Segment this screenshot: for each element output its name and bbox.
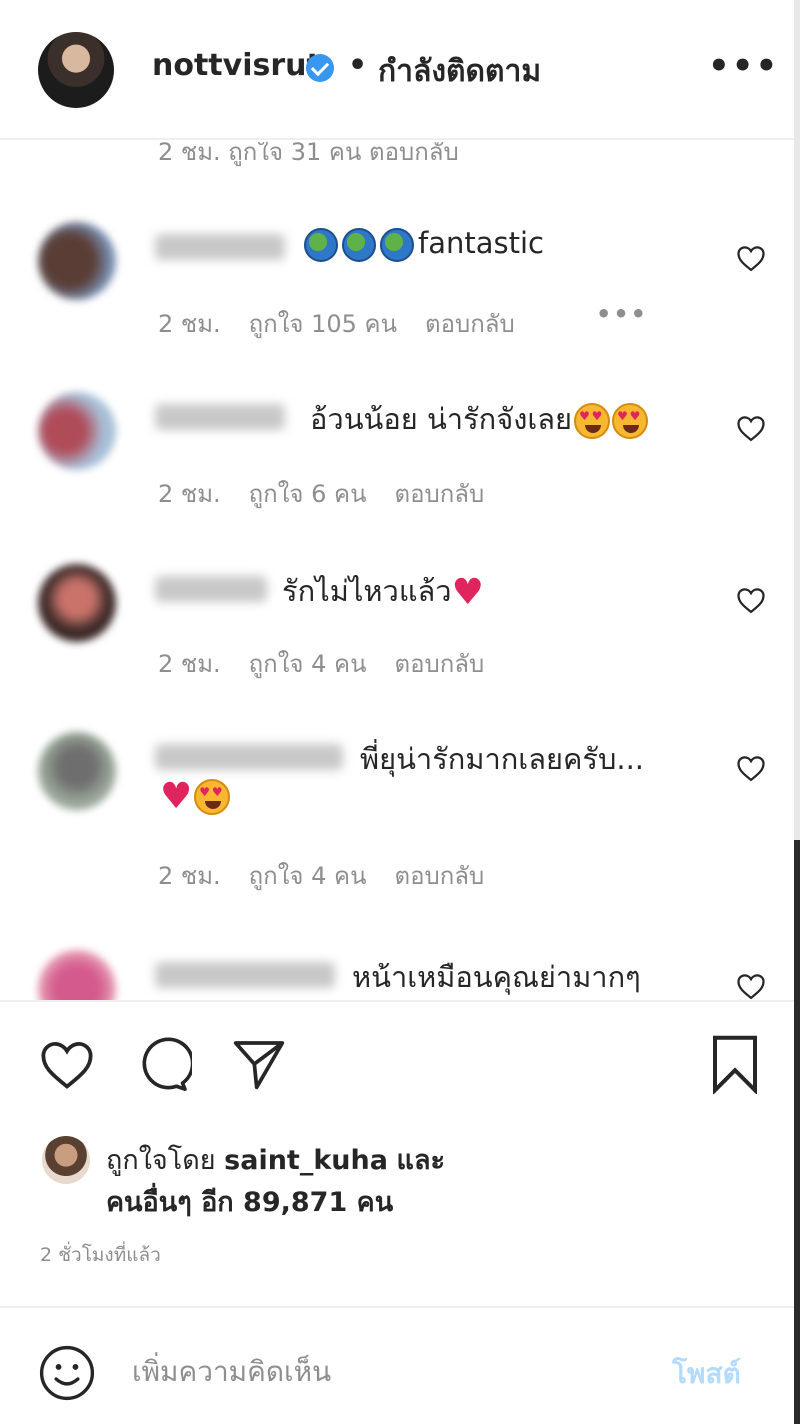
- verified-badge-icon: [306, 54, 334, 82]
- bookmark-icon[interactable]: [708, 1034, 762, 1094]
- comment-text: อ้วนน้อย น่ารักจังเลย: [310, 396, 649, 442]
- comment-likes[interactable]: ถูกใจ 6 คน: [249, 480, 367, 508]
- heart-icon[interactable]: [736, 244, 766, 272]
- comment-meta: 2 ชม. ถูกใจ 105 คน ตอบกลับ: [158, 304, 543, 343]
- author-username[interactable]: nottvisrut: [152, 48, 321, 83]
- post-actions: ถูกใจโดย saint_kuha และ คนอื่นๆ อีก 89,8…: [0, 1000, 794, 1306]
- comment-likes[interactable]: ถูกใจ 105 คน: [249, 310, 397, 338]
- heart-eyes-emoji-icon: [194, 779, 231, 815]
- liked-by-prefix: ถูกใจโดย: [106, 1145, 216, 1176]
- like-heart-icon[interactable]: [38, 1038, 96, 1090]
- heart-icon[interactable]: [736, 586, 766, 614]
- heart-icon[interactable]: [736, 754, 766, 782]
- red-heart-emoji-icon: ♥: [451, 572, 484, 613]
- reply-button[interactable]: ตอบกลับ: [394, 862, 484, 890]
- share-icon[interactable]: [230, 1036, 288, 1092]
- heart-icon[interactable]: [736, 972, 766, 1000]
- comment-text: หน้าเหมือนคุณย่ามากๆ: [352, 960, 641, 994]
- comment-input[interactable]: [132, 1348, 652, 1394]
- comment-time: 2 ชม.: [158, 310, 221, 338]
- commenter-avatar[interactable]: [38, 392, 116, 470]
- comment-time: 2 ชม.: [158, 480, 221, 508]
- comment-meta: 2 ชม. ถูกใจ 4 คน ตอบกลับ: [158, 644, 512, 683]
- comment-meta: 2 ชม. ถูกใจ 6 คน ตอบกลับ: [158, 474, 512, 513]
- liked-by-username[interactable]: saint_kuha: [224, 1145, 388, 1176]
- heart-eyes-emoji-icon: [612, 403, 649, 439]
- window-edge-dark: [794, 840, 800, 1424]
- comment-text: พี่ยุน่ารักมากเลยครับ...: [360, 742, 645, 776]
- commenter-avatar[interactable]: [38, 950, 116, 1000]
- post-time-ago[interactable]: 2 ชั่วโมงที่แล้ว: [40, 1240, 161, 1270]
- commenter-username-blurred[interactable]: [155, 404, 285, 430]
- red-heart-emoji-icon: ♥: [160, 776, 193, 817]
- reply-button[interactable]: ตอบกลับ: [425, 310, 515, 338]
- commenter-username-blurred[interactable]: [155, 234, 285, 260]
- comment-text: fantastic: [304, 226, 544, 262]
- commenter-username-blurred[interactable]: [155, 744, 343, 770]
- commenter-avatar[interactable]: [38, 564, 116, 642]
- comment-likes[interactable]: ถูกใจ 4 คน: [249, 862, 367, 890]
- reply-button[interactable]: ตอบกลับ: [394, 650, 484, 678]
- comment-time: 2 ชม.: [158, 650, 221, 678]
- comment-text-emojis: ♥: [160, 776, 231, 817]
- post-comment-button[interactable]: โพสต์: [672, 1352, 741, 1396]
- header-separator: •: [348, 48, 368, 83]
- globe-emoji-icon: [380, 228, 414, 262]
- comment-icon[interactable]: [132, 1036, 192, 1094]
- liked-by-suffix: และ: [396, 1145, 445, 1176]
- liked-others-count[interactable]: คนอื่นๆ อีก 89,871 คน: [106, 1180, 393, 1223]
- post-detail-panel: nottvisrut • กำลังติดตาม ••• 2 ชม. ถูกใจ…: [0, 0, 800, 1424]
- comment-meta-partial: 2 ชม. ถูกใจ 31 คน ตอบกลับ: [158, 142, 459, 166]
- comment-time: 2 ชม.: [158, 862, 221, 890]
- comment-list[interactable]: 2 ชม. ถูกใจ 31 คน ตอบกลับ fantastic 2 ชม…: [0, 142, 794, 1000]
- globe-emoji-icon: [304, 228, 338, 262]
- commenter-username-blurred[interactable]: [155, 576, 267, 602]
- comment-text: รักไม่ไหวแล้ว♥: [282, 572, 484, 613]
- follow-status-button[interactable]: กำลังติดตาม: [378, 48, 541, 95]
- comment-likes[interactable]: ถูกใจ 4 คน: [249, 650, 367, 678]
- smile-emoji-icon[interactable]: [38, 1344, 96, 1402]
- liked-by-text: ถูกใจโดย saint_kuha และ: [106, 1138, 445, 1181]
- commenter-username-blurred[interactable]: [155, 962, 335, 988]
- comment-meta: 2 ชม. ถูกใจ 4 คน ตอบกลับ: [158, 856, 512, 895]
- heart-icon[interactable]: [736, 414, 766, 442]
- more-options-icon[interactable]: •••: [708, 46, 779, 86]
- avatar[interactable]: [38, 32, 114, 108]
- reply-button[interactable]: ตอบกลับ: [394, 480, 484, 508]
- liked-by-avatar[interactable]: [42, 1136, 90, 1184]
- comment-more-icon[interactable]: •••: [596, 300, 648, 328]
- commenter-avatar[interactable]: [38, 222, 116, 300]
- post-header: nottvisrut • กำลังติดตาม •••: [0, 0, 794, 140]
- heart-eyes-emoji-icon: [574, 403, 611, 439]
- add-comment-bar: โพสต์: [0, 1306, 794, 1424]
- commenter-avatar[interactable]: [38, 732, 116, 810]
- globe-emoji-icon: [342, 228, 376, 262]
